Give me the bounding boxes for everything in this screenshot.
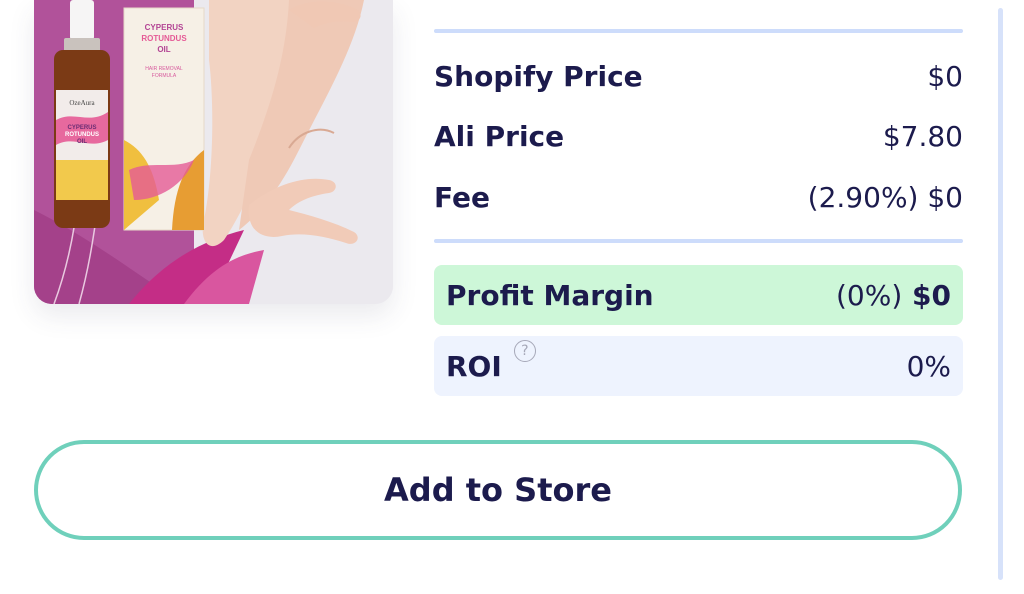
shopify-price-label: Shopify Price [434, 59, 643, 93]
ali-price-label: Ali Price [434, 119, 565, 153]
product-image[interactable]: CYPERUS ROTUNDUS OIL HAIR REMOVAL FORMUL… [34, 0, 393, 304]
divider-top [434, 29, 963, 33]
roi-label-group: ROI ? [446, 339, 536, 383]
svg-text:ROTUNDUS: ROTUNDUS [141, 34, 187, 43]
product-image-graphic: CYPERUS ROTUNDUS OIL HAIR REMOVAL FORMUL… [34, 0, 393, 304]
roi-value: 0% [906, 349, 951, 383]
ali-price-value: $7.80 [882, 119, 963, 153]
add-to-store-label: Add to Store [384, 471, 612, 509]
svg-text:ROTUNDUS: ROTUNDUS [65, 132, 99, 138]
roi-label: ROI [446, 349, 502, 383]
question-circle-icon[interactable]: ? [513, 339, 536, 362]
svg-text:CYPERUS: CYPERUS [67, 125, 96, 131]
svg-text:OIL: OIL [157, 45, 170, 54]
svg-text:OIL: OIL [77, 139, 87, 145]
profit-margin-percent: (0%) [836, 278, 903, 312]
divider-middle [434, 239, 963, 243]
product-pricing-panel: CYPERUS ROTUNDUS OIL HAIR REMOVAL FORMUL… [0, 0, 1024, 594]
scrollbar[interactable] [998, 8, 1003, 580]
profit-margin-row: Profit Margin (0%) $0 [434, 265, 963, 325]
svg-text:OzeAura: OzeAura [69, 99, 95, 107]
profit-margin-amount: $0 [912, 278, 951, 312]
svg-text:CYPERUS: CYPERUS [145, 23, 184, 32]
roi-row: ROI ? 0% [434, 336, 963, 396]
svg-text:HAIR REMOVAL: HAIR REMOVAL [145, 66, 183, 72]
ali-price-row: Ali Price $7.80 [434, 116, 963, 156]
profit-margin-label: Profit Margin [446, 278, 654, 312]
fee-label: Fee [434, 180, 490, 214]
shopify-price-row: Shopify Price $0 [434, 56, 963, 96]
fee-value: (2.90%) $0 [807, 180, 963, 214]
profit-margin-value: (0%) $0 [836, 279, 951, 312]
add-to-store-button[interactable]: Add to Store [34, 440, 962, 540]
svg-text:FORMULA: FORMULA [152, 73, 177, 79]
fee-row: Fee (2.90%) $0 [434, 177, 963, 217]
shopify-price-value: $0 [927, 59, 963, 93]
